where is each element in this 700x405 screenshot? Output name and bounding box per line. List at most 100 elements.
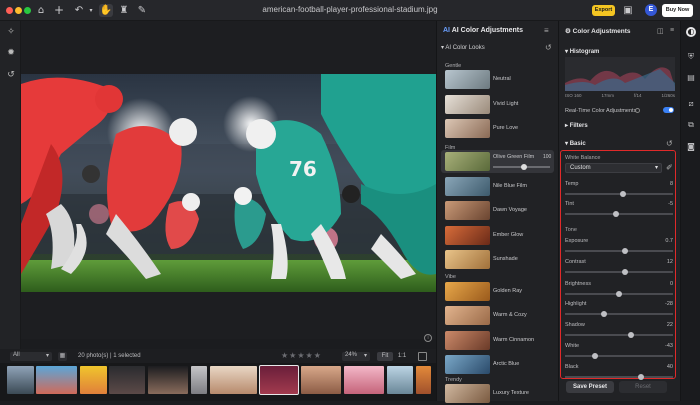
filmstrip-thumb[interactable] [210, 366, 257, 394]
reset-basic-icon[interactable]: ↺ [666, 139, 673, 148]
grid-view-icon[interactable]: ▦ [58, 352, 67, 361]
camera-icon[interactable]: ◙ [686, 142, 696, 152]
history-icon[interactable]: ↺ [5, 69, 17, 81]
buy-now-button[interactable]: Buy Now [662, 4, 693, 17]
slider-track[interactable] [565, 313, 673, 315]
filmstrip-thumb[interactable] [301, 366, 341, 394]
filmstrip-thumb[interactable] [36, 366, 77, 394]
look-thumbnail[interactable] [445, 95, 490, 114]
look-thumbnail[interactable] [445, 306, 490, 325]
look-thumbnail[interactable] [445, 331, 490, 350]
reset-looks-icon[interactable]: ↺ [545, 43, 552, 52]
reset-button[interactable]: Reset [619, 381, 667, 393]
slider-value[interactable]: 8 [670, 181, 673, 187]
filmstrip-thumb-selected[interactable] [259, 365, 299, 395]
slider-value[interactable]: 40 [667, 364, 673, 370]
panel-menu-icon[interactable]: ≡ [544, 26, 549, 35]
close-window-button[interactable] [6, 7, 13, 14]
filmstrip-thumb[interactable] [416, 366, 431, 394]
slider-knob[interactable] [622, 247, 629, 254]
look-thumbnail[interactable] [445, 355, 490, 374]
one-to-one-button[interactable]: 1:1 [395, 352, 409, 361]
add-icon[interactable]: + [52, 4, 66, 17]
color-icon[interactable]: ◐ [686, 27, 696, 37]
slider-track[interactable] [565, 355, 673, 357]
filmstrip-thumb[interactable] [148, 366, 188, 394]
export-button[interactable]: Export [592, 5, 615, 16]
home-icon[interactable]: ⌂ [34, 4, 48, 17]
sun-icon[interactable]: ✹ [5, 47, 17, 59]
realtime-toggle[interactable] [663, 107, 674, 113]
eyedropper-icon[interactable]: ✐ [666, 163, 673, 172]
look-thumbnail[interactable] [445, 177, 490, 196]
ai-enhance-icon[interactable]: ✧ [5, 26, 17, 38]
slider-highlight[interactable]: Highlight -28 [565, 301, 675, 323]
zoom-select[interactable]: 24% ▾ [342, 352, 370, 361]
slider-track[interactable] [565, 334, 673, 336]
histogram-header[interactable]: ▾ Histogram [565, 48, 599, 55]
look-thumbnail[interactable] [445, 384, 490, 403]
slider-knob[interactable] [637, 373, 644, 380]
stamp-icon[interactable]: ♜ [117, 4, 131, 17]
slider-value[interactable]: 0.7 [665, 238, 673, 244]
slider-knob[interactable] [616, 290, 622, 297]
slider-temp[interactable]: Temp 8 [565, 181, 675, 203]
look-thumbnail[interactable] [445, 119, 490, 138]
layers-icon[interactable]: ⧉ [686, 120, 696, 130]
slider-knob[interactable] [622, 268, 629, 275]
look-strength-knob[interactable] [521, 163, 527, 170]
slider-track[interactable] [565, 271, 673, 273]
save-preset-button[interactable]: Save Preset [566, 381, 614, 393]
slider-white[interactable]: White -43 [565, 343, 675, 365]
image-canvas[interactable]: 76 i [21, 21, 436, 342]
filmstrip-thumb[interactable] [387, 366, 413, 394]
hand-tool-icon[interactable]: ✋ [99, 4, 113, 17]
minimize-window-button[interactable] [15, 7, 22, 14]
slider-brightness[interactable]: Brightness 0 [565, 281, 675, 303]
maximize-window-button[interactable] [24, 7, 31, 14]
photo-preview[interactable]: 76 [21, 74, 436, 292]
slider-value[interactable]: -28 [665, 301, 673, 307]
slider-value[interactable]: -5 [668, 201, 673, 207]
look-thumbnail[interactable] [445, 250, 490, 269]
slider-shadow[interactable]: Shadow 22 [565, 322, 675, 344]
info-icon[interactable]: i [424, 334, 432, 342]
slider-value[interactable]: 22 [667, 322, 673, 328]
filmstrip-thumb[interactable] [7, 366, 34, 394]
undo-history-chevron-icon[interactable]: ▾ [84, 4, 98, 17]
filters-header[interactable]: ▸ Filters [565, 122, 588, 129]
basic-header[interactable]: ▾ Basic [565, 140, 586, 147]
brush-icon[interactable]: ✎ [135, 4, 149, 17]
filter-select[interactable]: All ▾ [10, 352, 52, 361]
look-thumbnail[interactable] [445, 70, 490, 89]
filmstrip-thumb[interactable] [344, 366, 384, 394]
layout-icon[interactable]: ◫ [657, 27, 664, 35]
frame-icon[interactable]: ▤ [686, 73, 696, 83]
info-icon[interactable] [635, 108, 640, 113]
mask-icon[interactable]: ⧄ [686, 99, 696, 109]
fit-button[interactable]: Fit [377, 352, 393, 361]
white-balance-select[interactable]: Custom ▾ [565, 163, 662, 173]
filmstrip-thumb[interactable] [109, 366, 145, 394]
slider-knob[interactable] [592, 352, 599, 359]
slider-knob[interactable] [600, 310, 607, 317]
look-thumbnail[interactable] [445, 226, 490, 245]
filmstrip-thumb[interactable] [80, 366, 107, 394]
slider-exposure[interactable]: Exposure 0.7 [565, 238, 675, 260]
slider-track[interactable] [565, 250, 673, 252]
slider-track[interactable] [565, 213, 673, 215]
slider-value[interactable]: 0 [670, 281, 673, 287]
batch-icon[interactable]: ▣ [621, 4, 635, 17]
filmstrip-thumb[interactable] [191, 366, 207, 394]
shield-icon[interactable]: ⛨ [686, 52, 696, 62]
avatar[interactable]: E [645, 4, 657, 16]
rating-stars[interactable]: ★★★★★ [281, 351, 322, 360]
look-thumbnail[interactable] [445, 282, 490, 301]
menu-icon[interactable]: ≡ [670, 27, 674, 34]
slider-track[interactable] [565, 376, 673, 378]
slider-tint[interactable]: Tint -5 [565, 201, 675, 223]
look-thumbnail[interactable] [445, 152, 490, 171]
slider-knob[interactable] [612, 210, 619, 217]
slider-contrast[interactable]: Contrast 12 [565, 259, 675, 281]
panel-toggle-icon[interactable] [418, 352, 427, 361]
